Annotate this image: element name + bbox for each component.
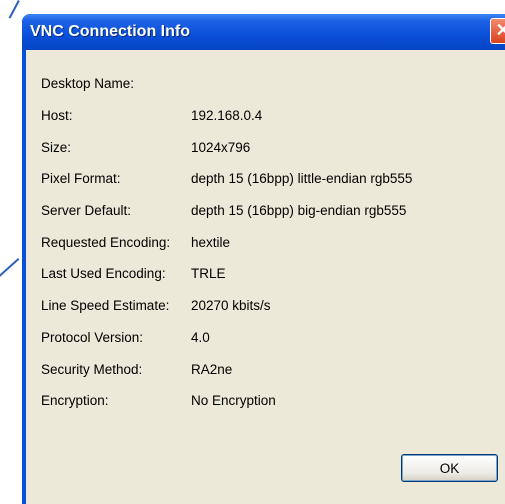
- ok-button[interactable]: OK: [401, 454, 498, 482]
- info-label: Last Used Encoding:: [41, 266, 166, 282]
- info-row-encryption: Encryption: No Encryption: [41, 385, 501, 417]
- info-row-desktop-name: Desktop Name:: [41, 68, 501, 100]
- dialog-body: Desktop Name: Host: 192.168.0.4 Size: 10…: [26, 50, 505, 504]
- info-value: 1024x796: [191, 139, 251, 155]
- info-value: depth 15 (16bpp) little-endian rgb555: [191, 171, 413, 187]
- close-icon: ✕: [495, 20, 505, 40]
- title-bar[interactable]: VNC Connection Info ✕: [22, 14, 505, 50]
- background-line: [0, 258, 20, 280]
- info-value: hextile: [191, 234, 231, 250]
- info-label: Pixel Format:: [41, 171, 121, 187]
- info-label: Encryption:: [41, 393, 109, 409]
- info-row-line-speed: Line Speed Estimate: 20270 kbits/s: [41, 290, 501, 322]
- close-button[interactable]: ✕: [490, 18, 505, 44]
- info-value: TRLE: [191, 266, 226, 282]
- info-label: Requested Encoding:: [41, 234, 171, 250]
- info-label: Server Default:: [41, 203, 132, 219]
- info-value: 192.168.0.4: [191, 108, 263, 124]
- info-label: Size:: [41, 139, 72, 155]
- info-row-pixel-format: Pixel Format: depth 15 (16bpp) little-en…: [41, 163, 501, 195]
- info-label: Host:: [41, 108, 73, 124]
- info-row-size: Size: 1024x796: [41, 131, 501, 163]
- info-row-server-default: Server Default: depth 15 (16bpp) big-end…: [41, 195, 501, 227]
- info-value: 4.0: [191, 329, 210, 345]
- background-line: [8, 0, 20, 19]
- info-value: RA2ne: [191, 361, 233, 377]
- dialog-title: VNC Connection Info: [30, 23, 190, 40]
- connection-info-dialog: VNC Connection Info ✕ Desktop Name: Host…: [22, 14, 505, 504]
- info-value: No Encryption: [191, 393, 276, 409]
- info-value: depth 15 (16bpp) big-endian rgb555: [191, 203, 407, 219]
- info-row-protocol-version: Protocol Version: 4.0: [41, 322, 501, 354]
- info-label: Security Method:: [41, 361, 143, 377]
- info-label: Line Speed Estimate:: [41, 298, 170, 314]
- info-label: Protocol Version:: [41, 329, 144, 345]
- info-row-last-used-encoding: Last Used Encoding: TRLE: [41, 258, 501, 290]
- info-list: Desktop Name: Host: 192.168.0.4 Size: 10…: [41, 68, 501, 417]
- info-label: Desktop Name:: [41, 76, 135, 92]
- info-value: 20270 kbits/s: [191, 298, 271, 314]
- info-row-requested-encoding: Requested Encoding: hextile: [41, 226, 501, 258]
- info-row-host: Host: 192.168.0.4: [41, 100, 501, 132]
- info-row-security-method: Security Method: RA2ne: [41, 353, 501, 385]
